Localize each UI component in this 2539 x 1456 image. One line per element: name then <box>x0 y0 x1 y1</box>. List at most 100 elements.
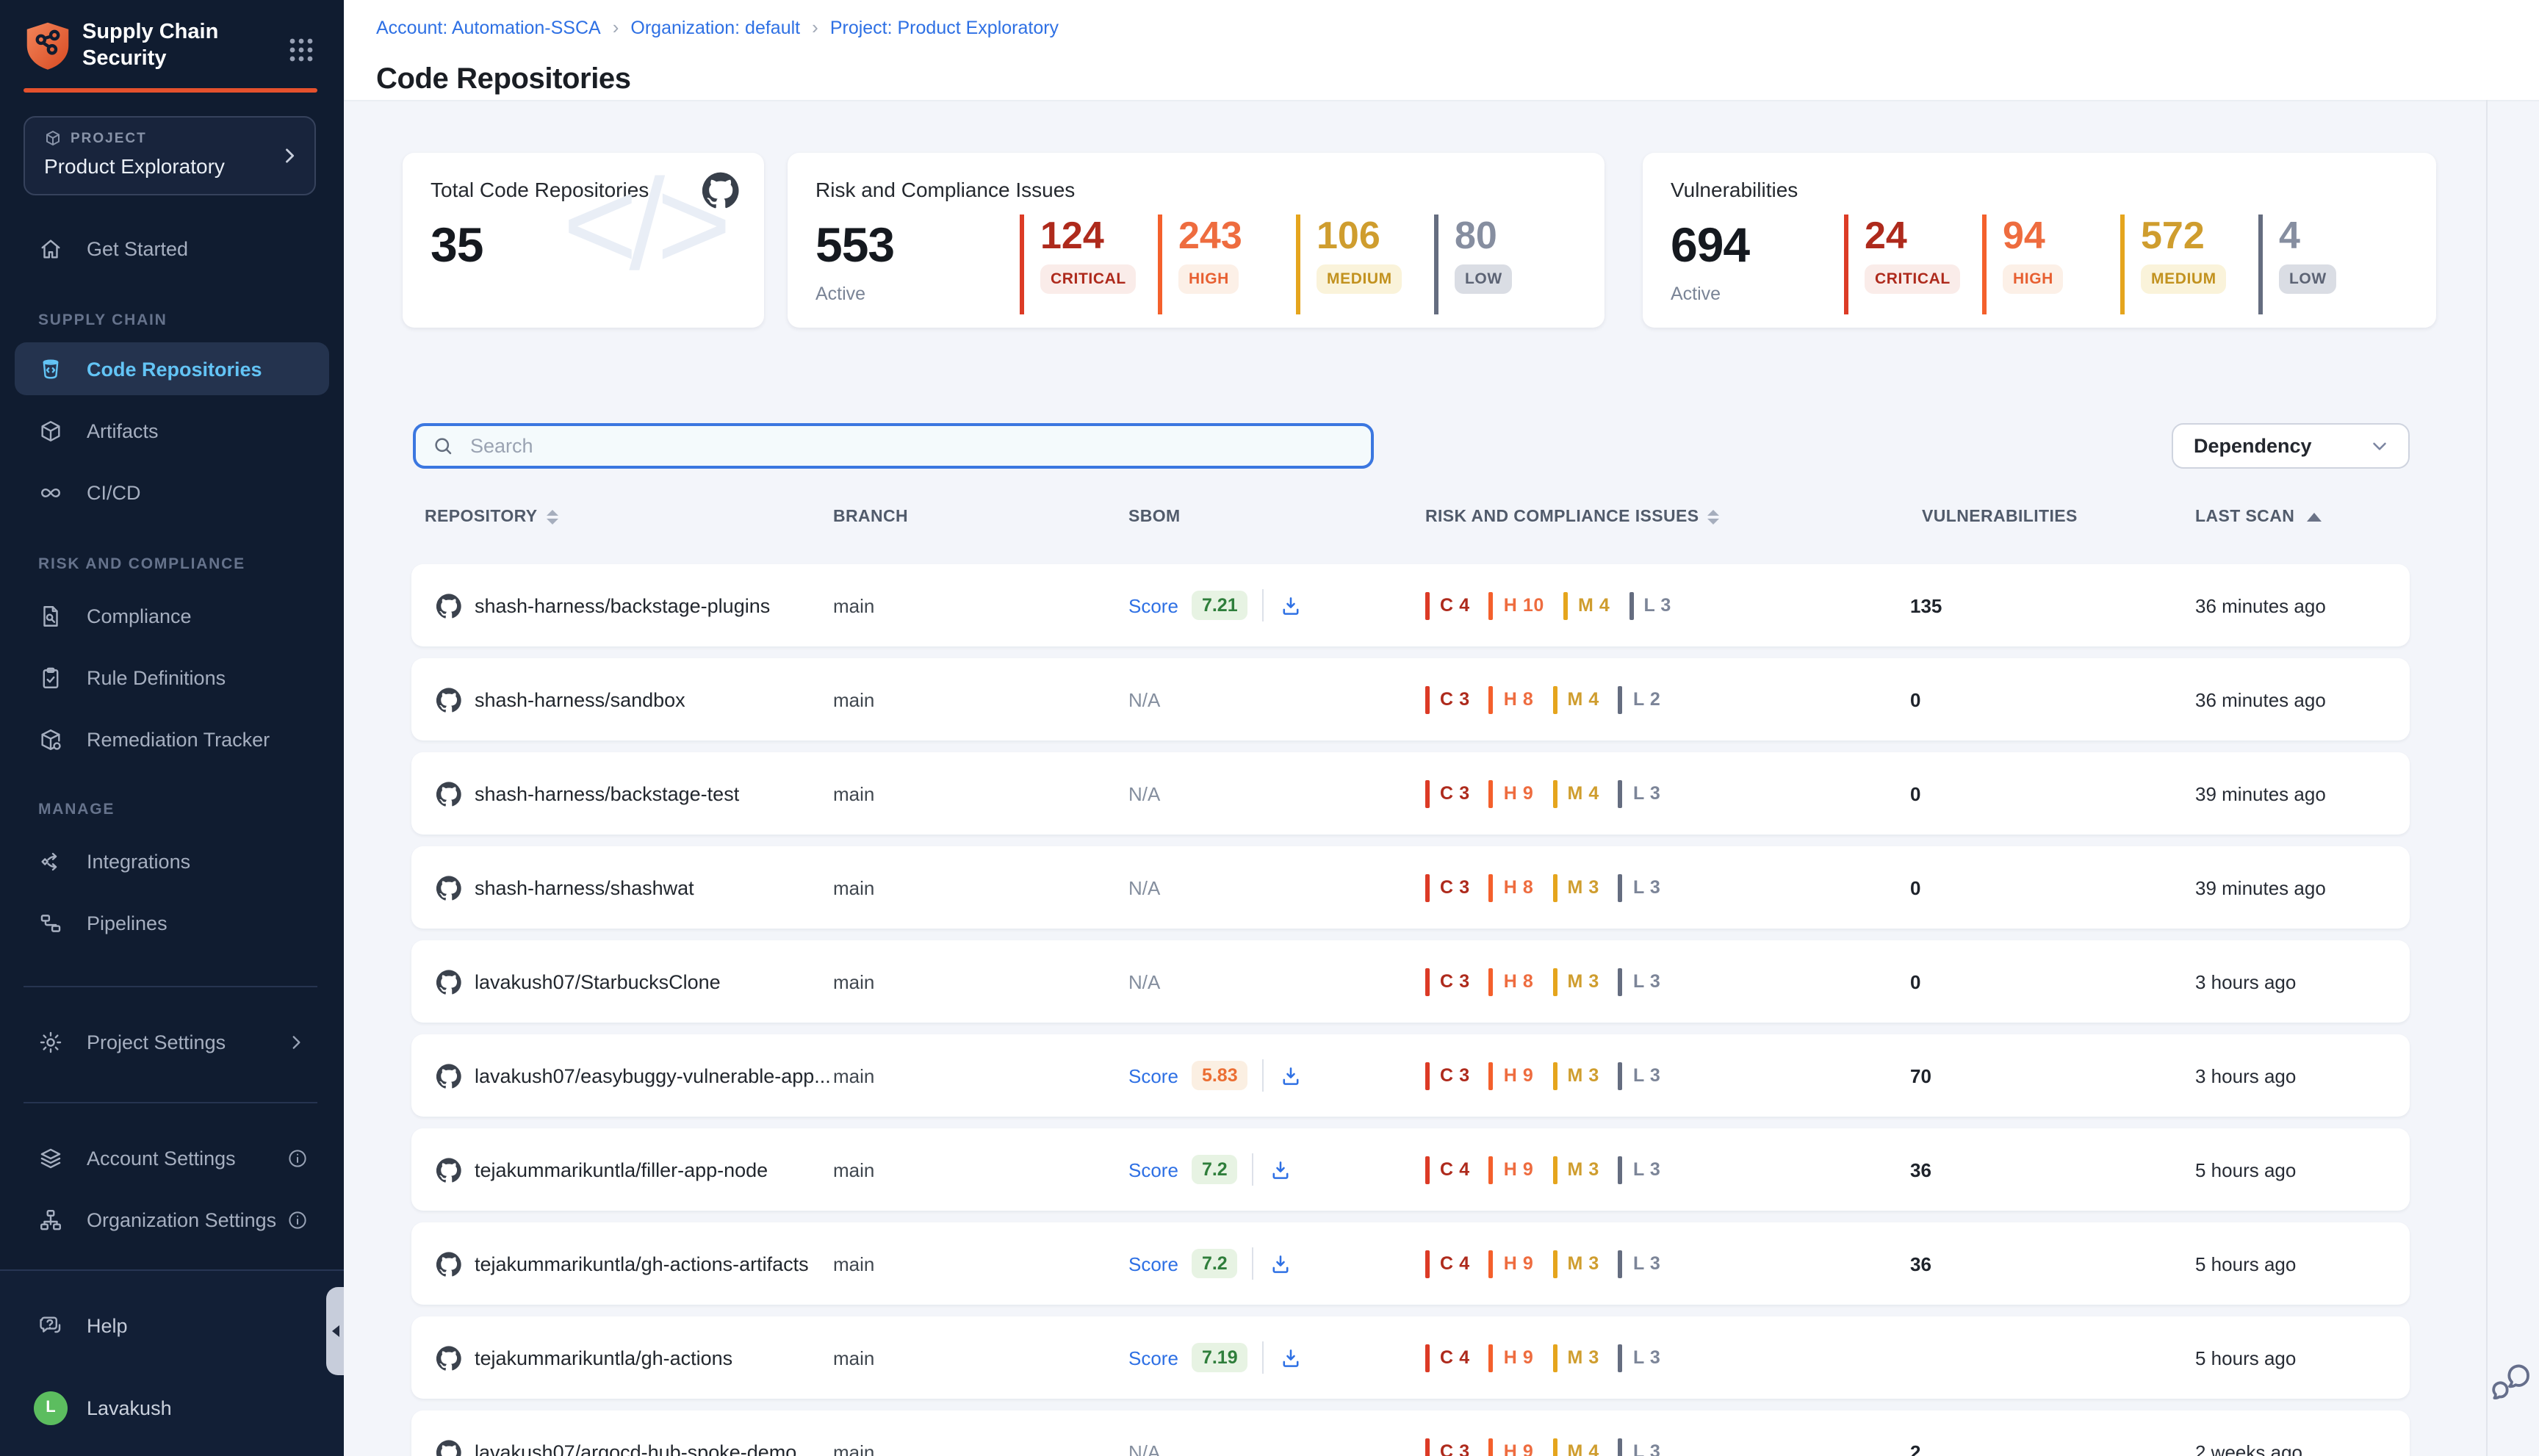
severity-count: 124 <box>1040 216 1158 254</box>
sidebar-item-organization-settings[interactable]: Organization Settings <box>15 1193 329 1246</box>
risk-compliance-cell: C 4H 9M 3L 3 <box>1425 1316 1679 1399</box>
sidebar-user-menu[interactable]: L Lavakush <box>15 1381 329 1434</box>
sidebar-section-label: RISK AND COMPLIANCE <box>38 555 245 573</box>
sidebar-item-remediation-tracker[interactable]: Remediation Tracker <box>15 713 329 765</box>
sidebar-item-compliance[interactable]: Compliance <box>15 589 329 642</box>
sbom-score-badge: 7.2 <box>1192 1249 1238 1278</box>
vulnerability-count: 70 <box>1910 1034 1931 1117</box>
severity-count: 4 <box>2279 216 2396 254</box>
repository-name-link[interactable]: lavakush07/easybuggy-vulnerable-app... <box>475 1064 831 1086</box>
risk-critical: C 4 <box>1425 591 1470 619</box>
search-box[interactable] <box>413 423 1374 469</box>
last-scan-value: 39 minutes ago <box>2195 846 2326 929</box>
risk-critical: C 3 <box>1425 873 1470 901</box>
table-row[interactable]: lavakush07/easybuggy-vulnerable-app... m… <box>411 1034 2410 1117</box>
integrations-icon <box>38 848 63 873</box>
sidebar-item-code-repositories[interactable]: Code Repositories <box>15 342 329 395</box>
severity-badge: LOW <box>2279 264 2337 294</box>
page-title: Code Repositories <box>376 64 631 98</box>
repository-name-link[interactable]: tejakummarikuntla/gh-actions <box>475 1347 732 1369</box>
download-sbom-icon[interactable] <box>1279 1345 1304 1370</box>
table-row[interactable]: lavakush07/argocd-hub-spoke-demo main N/… <box>411 1410 2410 1456</box>
table-row[interactable]: tejakummarikuntla/gh-actions main Score7… <box>411 1316 2410 1399</box>
dependency-filter-select[interactable]: Dependency <box>2172 423 2410 469</box>
sbom-cell: Score7.2 <box>1128 1128 1294 1211</box>
download-sbom-icon[interactable] <box>1279 1063 1304 1088</box>
severity-high: 94 HIGH <box>1982 215 2120 314</box>
risk-high: H 9 <box>1489 1344 1534 1372</box>
download-sbom-icon[interactable] <box>1279 593 1304 618</box>
sbom-score-link[interactable]: Score <box>1128 1064 1178 1086</box>
github-icon <box>436 687 461 712</box>
info-icon[interactable] <box>287 1208 309 1230</box>
risk-compliance-cell: C 4H 9M 3L 3 <box>1425 1222 1679 1305</box>
repository-name-link[interactable]: shash-harness/backstage-test <box>475 782 739 804</box>
severity-count: 80 <box>1455 216 1572 254</box>
download-sbom-icon[interactable] <box>1269 1157 1294 1182</box>
github-icon <box>436 1157 461 1182</box>
risk-critical: C 3 <box>1425 1062 1470 1089</box>
severity-critical: 24 CRITICAL <box>1844 215 1982 314</box>
repository-name-link[interactable]: tejakummarikuntla/gh-actions-artifacts <box>475 1253 809 1275</box>
table-row[interactable]: lavakush07/StarbucksClone main N/A C 3H … <box>411 940 2410 1023</box>
info-icon[interactable] <box>287 1147 309 1169</box>
download-sbom-icon[interactable] <box>1269 1251 1294 1276</box>
risk-critical: C 3 <box>1425 967 1470 995</box>
severity-breakdown: 24 CRITICAL 94 HIGH 572 MEDIUM 4 LOW <box>1844 215 2396 314</box>
risk-low: L 3 <box>1618 1156 1661 1183</box>
column-header-last-scan[interactable]: LAST SCAN <box>2195 508 2321 526</box>
sidebar-item-artifacts[interactable]: Artifacts <box>15 404 329 457</box>
severity-low: 4 LOW <box>2258 215 2396 314</box>
column-header-repository[interactable]: REPOSITORY <box>425 508 558 526</box>
sidebar-item-project-settings[interactable]: Project Settings <box>15 1015 329 1068</box>
table-row[interactable]: shash-harness/backstage-test main N/A C … <box>411 752 2410 835</box>
sidebar-collapse-handle[interactable] <box>326 1287 344 1375</box>
sbom-score-link[interactable]: Score <box>1128 1253 1178 1275</box>
risk-low: L 3 <box>1618 967 1661 995</box>
sidebar-item-help[interactable]: Help <box>15 1299 329 1352</box>
breadcrumb-item[interactable]: Account: Automation-SSCA <box>376 17 601 37</box>
sidebar-item-rule-definitions[interactable]: Rule Definitions <box>15 651 329 704</box>
repository-name-link[interactable]: tejakummarikuntla/filler-app-node <box>475 1158 768 1181</box>
sidebar-item-account-settings[interactable]: Account Settings <box>15 1131 329 1184</box>
code-watermark: </> <box>563 150 723 300</box>
risk-compliance-cell: C 4H 10M 4L 3 <box>1425 564 1690 646</box>
search-input[interactable] <box>467 433 1371 458</box>
project-selector[interactable]: PROJECT Product Exploratory <box>24 116 316 195</box>
apps-grid-icon[interactable] <box>288 37 314 63</box>
repository-name-link[interactable]: shash-harness/sandbox <box>475 688 685 710</box>
sbom-score-link[interactable]: Score <box>1128 1158 1178 1181</box>
risk-compliance-cell: C 3H 8M 3L 3 <box>1425 940 1679 1023</box>
repository-name-link[interactable]: lavakush07/StarbucksClone <box>475 970 721 992</box>
table-row[interactable]: shash-harness/sandbox main N/A C 3H 8M 4… <box>411 658 2410 740</box>
sidebar-item-ci-cd[interactable]: CI/CD <box>15 466 329 519</box>
repository-name-link[interactable]: shash-harness/shashwat <box>475 876 694 898</box>
sbom-score-badge: 5.83 <box>1192 1061 1248 1090</box>
sidebar-item-integrations[interactable]: Integrations <box>15 835 329 887</box>
risk-medium: M 4 <box>1552 685 1599 713</box>
chat-bubbles-icon[interactable] <box>2489 1361 2533 1410</box>
sidebar-item-pipelines[interactable]: Pipelines <box>15 896 329 949</box>
branch-cell: main <box>833 1410 874 1456</box>
table-row[interactable]: tejakummarikuntla/gh-actions-artifacts m… <box>411 1222 2410 1305</box>
breadcrumb-item[interactable]: Organization: default <box>630 17 800 37</box>
column-header-risk-and-compliance-issues[interactable]: RISK AND COMPLIANCE ISSUES <box>1425 508 1720 526</box>
repository-name-link[interactable]: lavakush07/argocd-hub-spoke-demo <box>475 1441 796 1456</box>
branch-cell: main <box>833 752 874 835</box>
sbom-score-link[interactable]: Score <box>1128 1347 1178 1369</box>
branch-cell: main <box>833 846 874 929</box>
breadcrumb-item[interactable]: Project: Product Exploratory <box>830 17 1059 37</box>
github-icon <box>436 969 461 994</box>
table-row[interactable]: shash-harness/shashwat main N/A C 3H 8M … <box>411 846 2410 929</box>
table-row[interactable]: shash-harness/backstage-plugins main Sco… <box>411 564 2410 646</box>
breadcrumb-separator: › <box>812 16 818 38</box>
severity-high: 243 HIGH <box>1158 215 1296 314</box>
sidebar-item-get-started[interactable]: Get Started <box>15 222 329 275</box>
repository-name-link[interactable]: shash-harness/backstage-plugins <box>475 594 770 616</box>
risk-low: L 3 <box>1618 1250 1661 1277</box>
sbom-score-link[interactable]: Score <box>1128 594 1178 616</box>
table-row[interactable]: tejakummarikuntla/filler-app-node main S… <box>411 1128 2410 1211</box>
column-header-sbom: SBOM <box>1128 508 1181 526</box>
severity-badge: MEDIUM <box>1317 264 1402 294</box>
breadcrumb-separator: › <box>613 16 619 38</box>
